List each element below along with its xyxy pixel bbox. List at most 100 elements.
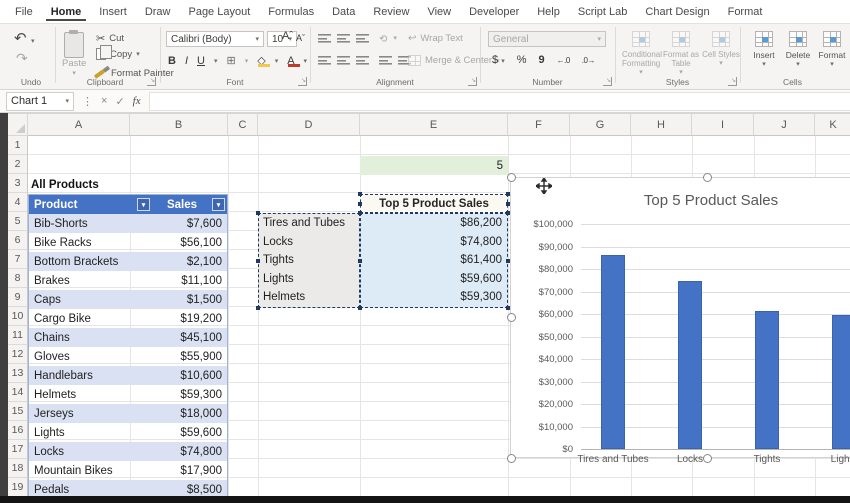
tab-developer[interactable]: Developer: [464, 2, 524, 21]
number-dialog-launcher-icon[interactable]: ↘: [603, 77, 612, 86]
table-row[interactable]: Cargo Bike$19,200: [29, 309, 227, 328]
column-header-b[interactable]: B: [130, 113, 228, 136]
row-header-18[interactable]: 18: [8, 459, 28, 478]
table-row[interactable]: Bottom Brackets$2,100: [29, 252, 227, 271]
top5-values-range[interactable]: $86,200$74,800$61,400$59,600$59,300: [360, 213, 508, 308]
wrap-text-button[interactable]: ↩ Wrap Text: [408, 33, 463, 44]
row-header-13[interactable]: 13: [8, 364, 28, 383]
top5-name-cell[interactable]: Lights: [259, 270, 359, 289]
tab-data[interactable]: Data: [327, 2, 360, 21]
chart-bar[interactable]: [601, 255, 625, 449]
select-all-corner[interactable]: [8, 113, 28, 136]
percent-style-button[interactable]: %: [517, 54, 527, 66]
align-right-button[interactable]: [356, 56, 369, 65]
row-header-19[interactable]: 19: [8, 478, 28, 497]
column-header-j[interactable]: J: [754, 113, 815, 136]
tab-format[interactable]: Format: [723, 2, 768, 21]
tab-script-lab[interactable]: Script Lab: [573, 2, 633, 21]
increase-decimal-button[interactable]: ←.0: [557, 56, 570, 65]
align-left-button[interactable]: [318, 56, 331, 65]
top5-value-cell[interactable]: $61,400: [361, 251, 507, 270]
align-center-button[interactable]: [337, 56, 350, 65]
paste-button[interactable]: Paste ▾: [62, 32, 86, 77]
table-row[interactable]: Caps$1,500: [29, 290, 227, 309]
cut-button[interactable]: ✂ Cut: [96, 32, 124, 45]
align-middle-button[interactable]: [337, 34, 350, 43]
decrease-indent-button[interactable]: [379, 56, 392, 65]
chart-bar[interactable]: [755, 311, 779, 449]
row-header-17[interactable]: 17: [8, 440, 28, 459]
column-header-c[interactable]: C: [228, 113, 258, 136]
accounting-format-button[interactable]: $ ▾: [492, 54, 505, 66]
clipboard-dialog-launcher-icon[interactable]: ↘: [147, 77, 156, 86]
tab-help[interactable]: Help: [532, 2, 565, 21]
row-header-15[interactable]: 15: [8, 402, 28, 421]
row-header-14[interactable]: 14: [8, 383, 28, 402]
shrink-font-button[interactable]: Aˇ: [296, 33, 305, 43]
selection-handle[interactable]: [358, 259, 362, 263]
row-header-3[interactable]: 3: [8, 174, 28, 193]
table-row[interactable]: Bib-Shorts$7,600: [29, 214, 227, 233]
selection-handle[interactable]: [358, 211, 362, 215]
enter-icon[interactable]: ✓: [115, 95, 124, 108]
row-header-6[interactable]: 6: [8, 231, 28, 250]
cell-styles-button[interactable]: Cell Styles▾: [702, 31, 740, 67]
chart-bar[interactable]: [678, 281, 702, 449]
column-header-k[interactable]: K: [815, 113, 850, 136]
top5-value-cell[interactable]: $59,300: [361, 288, 507, 307]
row-header-9[interactable]: 9: [8, 288, 28, 307]
column-header-i[interactable]: I: [692, 113, 754, 136]
table-row[interactable]: Mountain Bikes$17,900: [29, 461, 227, 480]
column-header-a[interactable]: A: [28, 113, 130, 136]
selection-handle[interactable]: [506, 211, 510, 215]
selection-handle[interactable]: [358, 306, 362, 310]
font-color-button[interactable]: A: [287, 55, 294, 67]
selection-handle[interactable]: [506, 192, 510, 196]
top5-value-cell[interactable]: $59,600: [361, 270, 507, 289]
undo-button[interactable]: ↶ ▾: [14, 29, 35, 48]
table-row[interactable]: Locks$74,800: [29, 442, 227, 461]
selection-handle[interactable]: [506, 202, 510, 206]
table-row[interactable]: Jerseys$18,000: [29, 404, 227, 423]
table-row[interactable]: Handlebars$10,600: [29, 366, 227, 385]
column-header-h[interactable]: H: [631, 113, 692, 136]
selection-handle[interactable]: [256, 211, 260, 215]
tab-home[interactable]: Home: [46, 2, 87, 21]
top5-name-cell[interactable]: Locks: [259, 233, 359, 252]
conditional-formatting-button[interactable]: Conditional Formatting▾: [622, 31, 660, 76]
decrease-decimal-button[interactable]: .0→: [582, 56, 595, 65]
cancel-icon[interactable]: ×: [101, 95, 107, 107]
alignment-dialog-launcher-icon[interactable]: ↘: [468, 77, 477, 86]
selection-handle[interactable]: [256, 259, 260, 263]
align-top-button[interactable]: [318, 34, 331, 43]
row-header-2[interactable]: 2: [8, 155, 28, 174]
chart-title[interactable]: Top 5 Product Sales: [571, 192, 850, 209]
tab-chart-design[interactable]: Chart Design: [640, 2, 714, 21]
delete-cells-button[interactable]: Delete▾: [782, 31, 814, 68]
cell-e2[interactable]: 5: [360, 156, 508, 175]
formula-input[interactable]: [149, 92, 850, 111]
column-header-d[interactable]: D: [258, 113, 360, 136]
bar-chart[interactable]: Top 5 Product Sales $100,000$90,000$80,0…: [510, 177, 850, 458]
column-header-f[interactable]: F: [508, 113, 570, 136]
table-row[interactable]: Brakes$11,100: [29, 271, 227, 290]
table-row[interactable]: Chains$45,100: [29, 328, 227, 347]
styles-dialog-launcher-icon[interactable]: ↘: [728, 77, 737, 86]
row-header-10[interactable]: 10: [8, 307, 28, 326]
chart-resize-handle[interactable]: [507, 454, 516, 463]
merge-center-button[interactable]: Merge & Center ▾: [408, 55, 500, 66]
tab-insert[interactable]: Insert: [94, 2, 132, 21]
selection-handle[interactable]: [506, 306, 510, 310]
grow-font-button[interactable]: Aˆ: [282, 30, 293, 42]
tab-draw[interactable]: Draw: [140, 2, 176, 21]
table-row[interactable]: Lights$59,600: [29, 423, 227, 442]
top5-value-cell[interactable]: $86,200: [361, 214, 507, 233]
format-as-table-button[interactable]: Format as Table▾: [662, 31, 700, 76]
italic-button[interactable]: I: [185, 55, 188, 67]
column-header-g[interactable]: G: [570, 113, 631, 136]
column-header-e[interactable]: E: [360, 113, 508, 136]
orientation-button[interactable]: ⟲: [379, 34, 387, 45]
tab-view[interactable]: View: [422, 2, 456, 21]
chart-resize-handle[interactable]: [703, 173, 712, 182]
underline-button[interactable]: U: [197, 55, 205, 67]
